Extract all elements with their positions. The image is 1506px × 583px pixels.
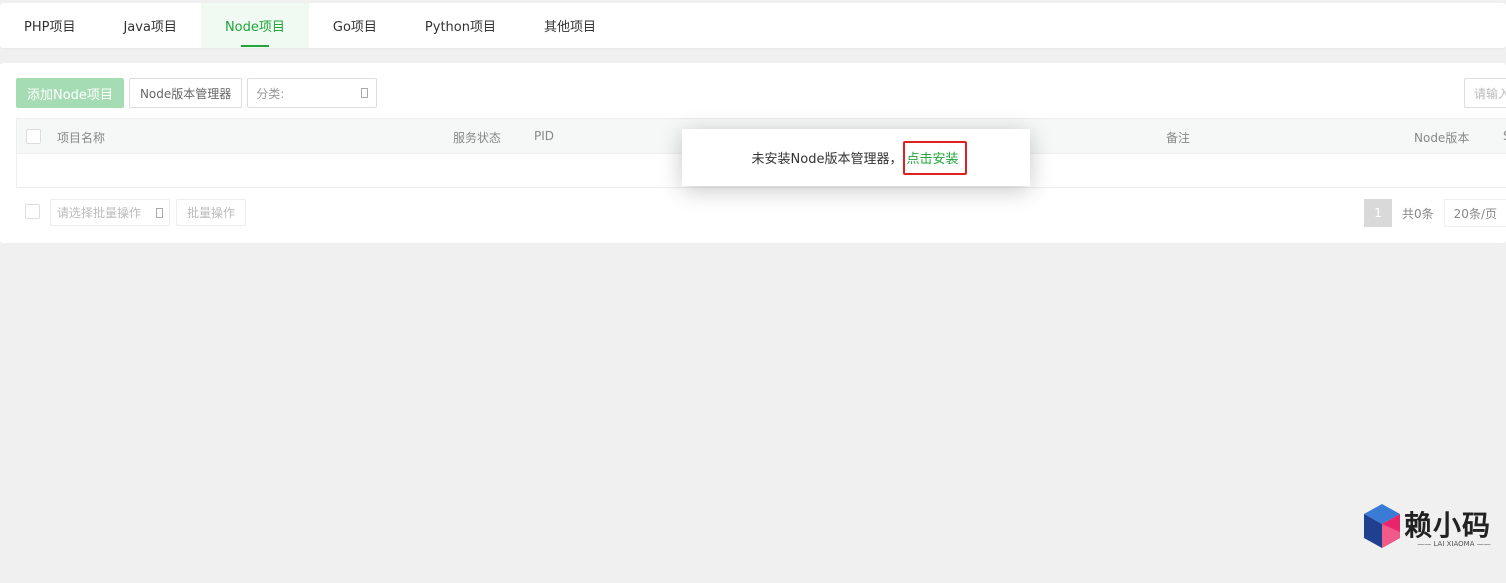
column-header-pid[interactable]: PID (534, 129, 554, 143)
tab-label: Python项目 (424, 20, 496, 35)
add-node-project-button[interactable]: 添加Node项目 (16, 78, 124, 108)
install-link[interactable]: 点击安装 (904, 148, 960, 167)
cube-logo-icon (1364, 504, 1400, 548)
tab-php[interactable]: PHP项目 (0, 3, 99, 48)
tab-python[interactable]: Python项目 (401, 3, 520, 48)
dropdown-icon (156, 207, 163, 218)
batch-operation-select[interactable]: 请选择批量操作 (50, 199, 170, 226)
project-type-tabs: PHP项目 Java项目 Node项目 Go项目 Python项目 其他项目 (0, 3, 1506, 48)
tab-go[interactable]: Go项目 (309, 3, 401, 48)
tab-other[interactable]: 其他项目 (520, 3, 620, 48)
table-footer: 请选择批量操作 批量操作 1 共0条 20条/页 (16, 199, 1506, 227)
column-header-node-version[interactable]: Node版本 (1414, 129, 1469, 146)
tab-java[interactable]: Java项目 (99, 3, 200, 48)
batch-operation-button[interactable]: 批量操作 (176, 199, 247, 226)
watermark-subtitle: —— LAI XIAOMA —— (1417, 540, 1491, 548)
total-count: 共0条 (1402, 206, 1434, 221)
install-prompt-message: 未安装Node版本管理器， (751, 152, 903, 167)
dropdown-icon (361, 88, 369, 98)
per-page-select[interactable]: 20条/页 (1443, 199, 1506, 227)
footer-select-checkbox[interactable] (25, 204, 40, 219)
tab-label: 其他项目 (543, 20, 596, 35)
watermark-title: 赖小码 (1404, 509, 1492, 542)
column-header-status[interactable]: 服务状态 (453, 129, 501, 146)
tab-label: PHP项目 (24, 20, 76, 35)
column-header-name[interactable]: 项目名称 (57, 129, 105, 146)
toolbar: 添加Node项目 Node版本管理器 分类: (16, 78, 378, 108)
select-all-checkbox[interactable] (26, 129, 41, 144)
pagination: 1 共0条 20条/页 (1364, 199, 1506, 227)
column-header-remark[interactable]: 备注 (1166, 129, 1190, 146)
tab-label: Node项目 (224, 20, 285, 35)
search-input[interactable]: 请输入 (1464, 78, 1506, 108)
tab-label: Java项目 (123, 20, 177, 35)
page-current[interactable]: 1 (1364, 199, 1393, 227)
tab-label: Go项目 (332, 20, 377, 35)
batch-select-placeholder: 请选择批量操作 (57, 206, 142, 220)
category-select[interactable]: 分类: (247, 78, 378, 108)
tab-node[interactable]: Node项目 (200, 3, 309, 48)
node-version-manager-button[interactable]: Node版本管理器 (128, 78, 243, 108)
category-label: 分类: (256, 86, 285, 101)
watermark-logo: 赖小码 —— LAI XIAOMA —— (1362, 502, 1504, 552)
install-prompt-dialog: 未安装Node版本管理器， 点击安装 (682, 129, 1030, 186)
